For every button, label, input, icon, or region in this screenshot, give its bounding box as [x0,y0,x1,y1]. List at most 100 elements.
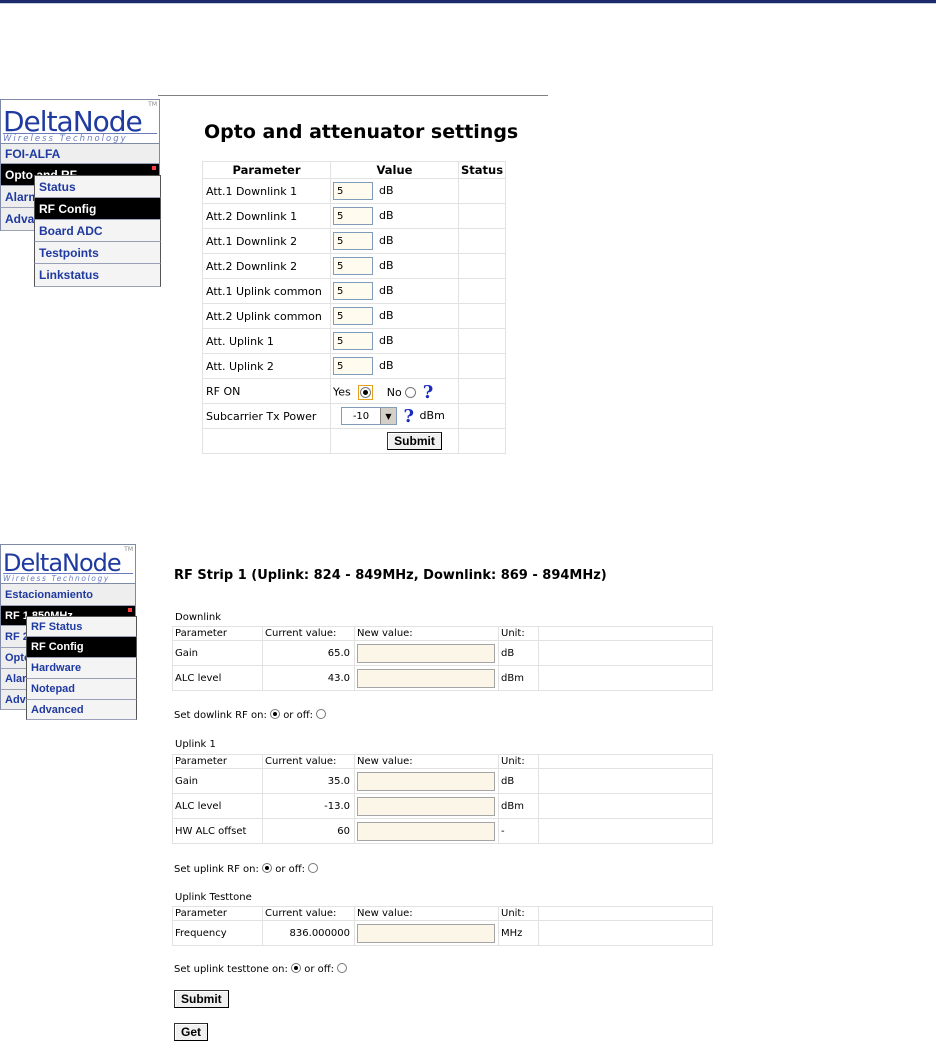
uplink-alc-level-input[interactable] [357,796,495,816]
uplink-hw-alc-offset-input[interactable] [357,821,495,841]
status-cell [457,378,507,404]
value-cell: Yes No ? [330,378,459,404]
rf-on-help-icon[interactable]: ? [423,382,434,403]
current-value: 35.0 [262,768,355,794]
downlink-alc-level-input[interactable] [357,668,495,688]
param-label: ALC level [172,793,263,819]
uplink-rf-off-radio[interactable] [308,863,319,873]
submenu-item-rf-config[interactable]: RF Config [26,637,137,658]
logo-brand-name: DeltaNode [3,549,122,577]
empty-cell [538,906,713,921]
rf-strip-submit-button[interactable]: Submit [174,990,229,1008]
att-uplink1-input[interactable] [333,332,373,350]
table-row-rf-on: RF ON Yes No ? [202,378,507,404]
new-value-cell [354,793,499,819]
table-row: Att. Uplink 1 dB [202,328,507,354]
param-label: HW ALC offset [172,818,263,844]
header-current: Current value: [262,754,355,769]
submenu-item-rf-config[interactable]: RF Config [34,198,161,220]
submenu-item-board-adc[interactable]: Board ADC [34,220,161,242]
submenu-item-label: Notepad [31,683,75,695]
submenu-item-hardware[interactable]: Hardware [26,658,137,679]
submenu-item-testpoints[interactable]: Testpoints [34,242,161,264]
header-status: Status [457,161,507,179]
alarm-indicator-icon [152,166,156,170]
table-row: Att.1 Uplink common dB [202,278,507,304]
submenu-item-label: RF Status [31,620,83,633]
unit-label: dBm [498,793,539,819]
status-cell [457,303,507,329]
submenu-item-status[interactable]: Status [34,175,161,198]
nav-item-estacionamiento[interactable]: Estacionamiento [0,584,136,606]
table-row: HW ALC offset 60 - [172,818,713,844]
testtone-off-radio[interactable] [337,963,348,973]
param-label: Att. Uplink 1 [202,328,331,354]
status-cell [457,203,507,229]
current-value: 65.0 [262,640,355,666]
att1-downlink2-input[interactable] [333,232,373,250]
header-unit: Unit: [498,626,539,641]
rf-on-no-radio[interactable] [405,387,417,398]
att2-uplink-common-input[interactable] [333,307,373,325]
table-row: ALC level -13.0 dBm [172,793,713,819]
downlink-rf-off-radio[interactable] [316,709,327,719]
logo-tm: TM [148,101,157,108]
toggle-or-off: or off: [283,710,313,721]
unit-label: MHz [498,920,539,946]
table-row: ALC level 43.0 dBm [172,665,713,691]
uplink-section-label: Uplink 1 [175,739,216,750]
table-row: Frequency 836.000000 MHz [172,920,713,946]
empty-cell [538,754,713,769]
value-cell: -10 ▼ ? dBm [330,403,459,429]
unit-label: dBm [498,665,539,691]
status-cell [457,228,507,254]
submenu-item-linkstatus[interactable]: Linkstatus [34,264,161,287]
rf-on-yes-focus [358,385,374,400]
submenu-item-label: Linkstatus [39,268,100,282]
toggle-prefix: Set dowlink RF on: [174,710,267,721]
submenu-item-rf-status[interactable]: RF Status [26,616,137,637]
subcarrier-power-select[interactable]: -10 ▼ [341,407,397,425]
new-value-cell [354,768,499,794]
submenu-item-notepad[interactable]: Notepad [26,679,137,700]
empty-cell [538,640,713,666]
att1-uplink-common-input[interactable] [333,282,373,300]
unit-label: dB [379,234,394,247]
empty-cell [538,920,713,946]
testtone-on-radio[interactable] [291,963,302,973]
rf-on-yes-radio[interactable] [360,387,372,398]
nav-item-label: FOI-ALFA [5,146,61,161]
value-cell: dB [330,203,459,229]
toggle-or-off: or off: [304,964,335,975]
value-cell: dB [330,278,459,304]
att2-downlink2-input[interactable] [333,257,373,275]
unit-label: dB [379,359,394,372]
att2-downlink1-input[interactable] [333,207,373,225]
toggle-or-off: or off: [275,864,306,875]
testtone-frequency-input[interactable] [357,923,495,943]
param-label: Frequency [172,920,263,946]
nav-item-foi-alfa[interactable]: FOI-ALFA [0,144,160,164]
uplink-gain-input[interactable] [357,771,495,791]
unit-label: - [498,818,539,844]
subcarrier-help-icon[interactable]: ? [404,406,415,427]
header-new: New value: [354,754,499,769]
submenu-item-advanced[interactable]: Advanced [26,700,137,720]
submit-button[interactable]: Submit [387,432,442,450]
att-uplink2-input[interactable] [333,357,373,375]
downlink-rf-on-radio[interactable] [270,709,280,719]
table-row-subcarrier: Subcarrier Tx Power -10 ▼ ? dBm [202,403,507,429]
param-label: Att.1 Uplink common [202,278,331,304]
current-value: 60 [262,818,355,844]
table-row: Att.1 Downlink 2 dB [202,228,507,254]
downlink-gain-input[interactable] [357,643,495,663]
status-cell [457,278,507,304]
submenu-item-label: Board ADC [39,223,103,238]
value-cell: dB [330,253,459,279]
uplink-rf-on-radio[interactable] [262,863,273,873]
att1-downlink1-input[interactable] [333,182,373,200]
section1-divider [158,95,548,96]
chevron-down-icon: ▼ [380,408,396,424]
table-row: Att.2 Downlink 1 dB [202,203,507,229]
get-button[interactable]: Get [174,1023,209,1041]
